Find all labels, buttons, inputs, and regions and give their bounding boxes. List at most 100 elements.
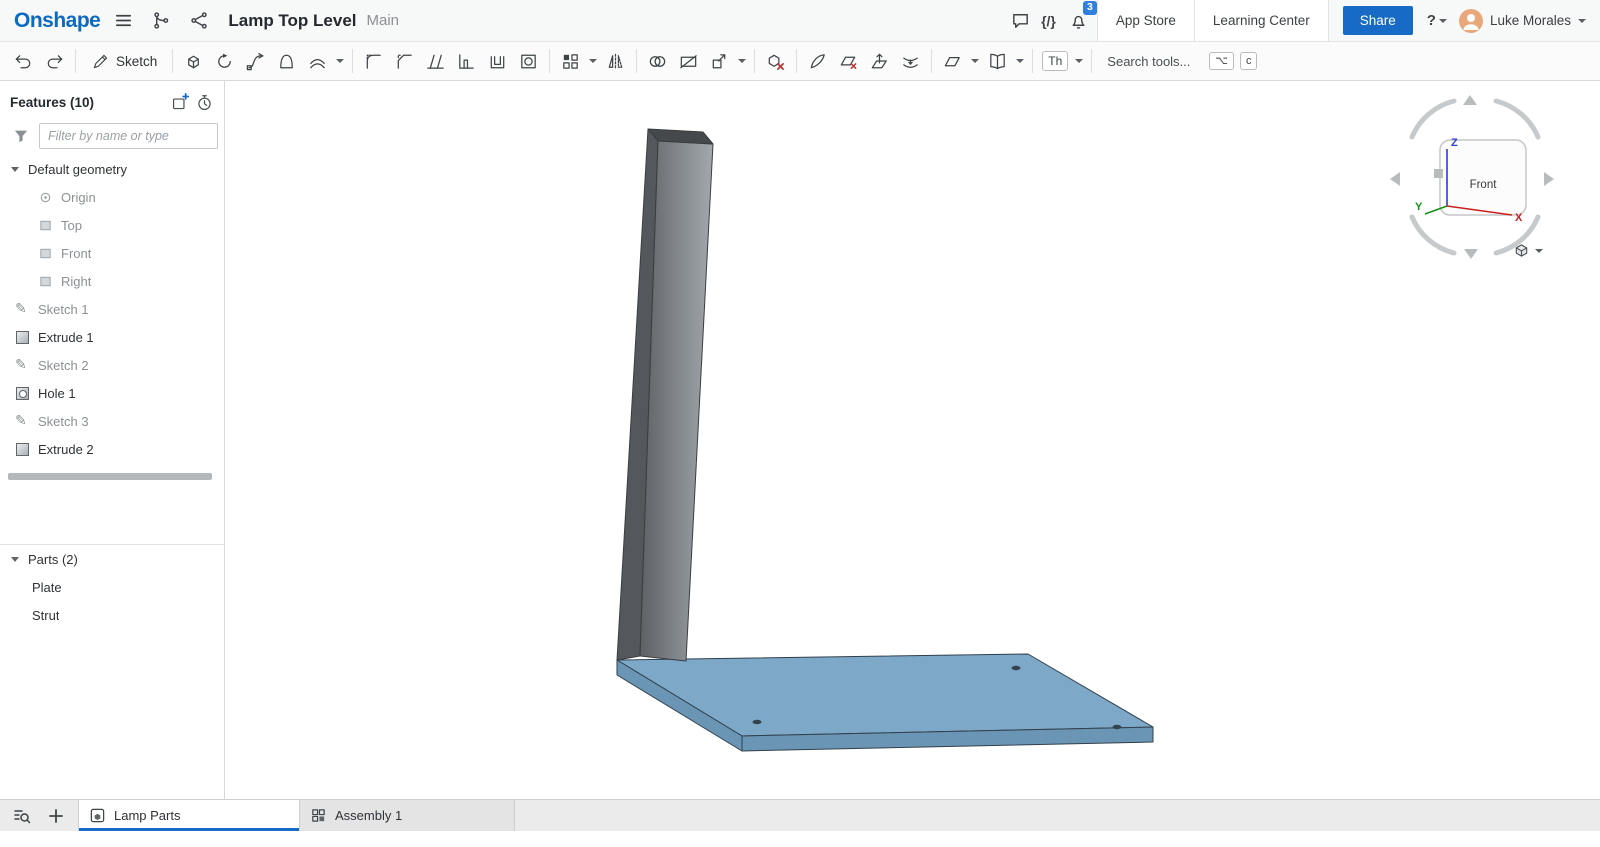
chevron-expanded-icon[interactable] [10, 164, 20, 174]
plate-hole[interactable] [1012, 666, 1021, 670]
linear-pattern-icon [560, 51, 581, 72]
named-views-button[interactable] [982, 46, 1013, 76]
named-views-menu-button[interactable] [1013, 46, 1027, 76]
main-menu-button[interactable] [108, 6, 138, 36]
learning-center-button[interactable]: Learning Center [1194, 0, 1329, 41]
view-cube-face-label[interactable]: Front [1470, 179, 1498, 191]
redo-icon [44, 51, 65, 72]
shell-button[interactable] [482, 46, 513, 76]
rotate-down-arrow-icon[interactable] [1464, 249, 1478, 259]
view-cube-front-face[interactable] [1440, 140, 1526, 215]
plane-menu-button[interactable] [968, 46, 982, 76]
mirror-button[interactable] [600, 46, 631, 76]
top-plane-item[interactable]: Top [0, 211, 224, 239]
help-menu[interactable]: ? [1427, 12, 1447, 29]
search-tabs-button[interactable] [6, 802, 38, 830]
toolbar-divider [636, 49, 637, 73]
publication-button[interactable] [184, 6, 214, 36]
add-tab-button[interactable] [40, 802, 72, 830]
move-face-button[interactable] [864, 46, 895, 76]
feature-item[interactable]: Sketch 1 [0, 295, 224, 323]
modify-fillet-button[interactable] [802, 46, 833, 76]
feature-item[interactable]: Extrude 1 [0, 323, 224, 351]
plate-part[interactable] [617, 654, 1153, 751]
feature-item[interactable]: Extrude 2 [0, 435, 224, 463]
workspace-name[interactable]: Main [367, 12, 400, 29]
delete-face-button[interactable] [833, 46, 864, 76]
parts-group[interactable]: Parts (2) [0, 545, 224, 573]
notifications-button[interactable]: 3 [1068, 10, 1089, 31]
graphics-viewport[interactable]: Front Z Y X [225, 81, 1600, 799]
plane-button[interactable] [937, 46, 968, 76]
move-face-icon [869, 51, 890, 72]
right-plane-item[interactable]: Right [0, 267, 224, 295]
rotate-left-arrow-icon[interactable] [1390, 172, 1400, 186]
split-button[interactable] [673, 46, 704, 76]
view-cube-icon [1512, 241, 1531, 260]
linear-pattern-button[interactable] [555, 46, 586, 76]
sweep-button[interactable] [240, 46, 271, 76]
loft-button[interactable] [271, 46, 302, 76]
extrude-button[interactable] [178, 46, 209, 76]
share-button[interactable]: Share [1343, 6, 1413, 35]
tab-label: Assembly 1 [335, 808, 402, 823]
rotate-arrow[interactable] [1496, 101, 1538, 137]
thicken-button[interactable] [302, 46, 333, 76]
rotate-arrow[interactable] [1412, 217, 1454, 253]
y-axis-label: Y [1415, 201, 1423, 213]
strut-part[interactable] [617, 129, 713, 661]
delete-part-button[interactable] [760, 46, 791, 76]
boolean-button[interactable] [642, 46, 673, 76]
hole-button[interactable] [513, 46, 544, 76]
transform-button[interactable] [704, 46, 735, 76]
feature-filter-input[interactable] [39, 123, 218, 149]
feature-type-icon [14, 440, 32, 458]
rib-button[interactable] [451, 46, 482, 76]
draft-button[interactable] [420, 46, 451, 76]
default-geometry-group[interactable]: Default geometry [0, 155, 224, 183]
thicken-icon [307, 51, 328, 72]
replace-face-button[interactable] [895, 46, 926, 76]
redo-button[interactable] [39, 46, 70, 76]
custom-feature-menu-button[interactable] [1072, 46, 1086, 76]
comments-button[interactable] [1005, 6, 1035, 36]
featurescript-notices-button[interactable]: {/} [1041, 13, 1056, 29]
fillet-button[interactable] [358, 46, 389, 76]
tab-part-studio[interactable]: Lamp Parts [78, 800, 300, 831]
rotate-right-arrow-icon[interactable] [1544, 172, 1554, 186]
rotate-up-arrow-icon[interactable] [1463, 95, 1477, 105]
feature-item[interactable]: Sketch 3 [0, 407, 224, 435]
pattern-menu-button[interactable] [586, 46, 600, 76]
regeneration-time-button[interactable] [192, 91, 216, 113]
rotate-arrow[interactable] [1412, 101, 1454, 137]
view-options-button[interactable] [1512, 241, 1543, 260]
part-item[interactable]: Plate [0, 573, 224, 601]
feature-item[interactable]: Sketch 2 [0, 351, 224, 379]
custom-feature-button[interactable]: Th [1038, 46, 1072, 76]
hole-icon [518, 51, 539, 72]
transform-menu-button[interactable] [735, 46, 749, 76]
view-cube-widget[interactable]: Front Z Y X [1390, 91, 1560, 266]
delete-face-icon [838, 51, 859, 72]
plate-hole[interactable] [753, 720, 762, 724]
plate-hole[interactable] [1113, 725, 1122, 729]
feature-item[interactable]: Hole 1 [0, 379, 224, 407]
sketch-button[interactable]: Sketch [81, 46, 167, 76]
create-folder-button[interactable] [168, 91, 192, 113]
onshape-logo[interactable]: Onshape [14, 9, 100, 33]
revolve-button[interactable] [209, 46, 240, 76]
origin-item[interactable]: Origin [0, 183, 224, 211]
chevron-expanded-icon[interactable] [10, 554, 20, 564]
tab-assembly[interactable]: Assembly 1 [300, 800, 515, 831]
app-store-button[interactable]: App Store [1097, 0, 1194, 41]
user-account-menu[interactable]: Luke Morales [1459, 9, 1586, 33]
chamfer-button[interactable] [389, 46, 420, 76]
undo-button[interactable] [8, 46, 39, 76]
versions-history-button[interactable] [146, 6, 176, 36]
part-item[interactable]: Strut [0, 601, 224, 629]
thicken-menu-button[interactable] [333, 46, 347, 76]
rollback-bar[interactable] [8, 473, 212, 480]
front-plane-item[interactable]: Front [0, 239, 224, 267]
toolbar-divider [75, 49, 76, 73]
search-tools-input[interactable] [1107, 54, 1203, 69]
